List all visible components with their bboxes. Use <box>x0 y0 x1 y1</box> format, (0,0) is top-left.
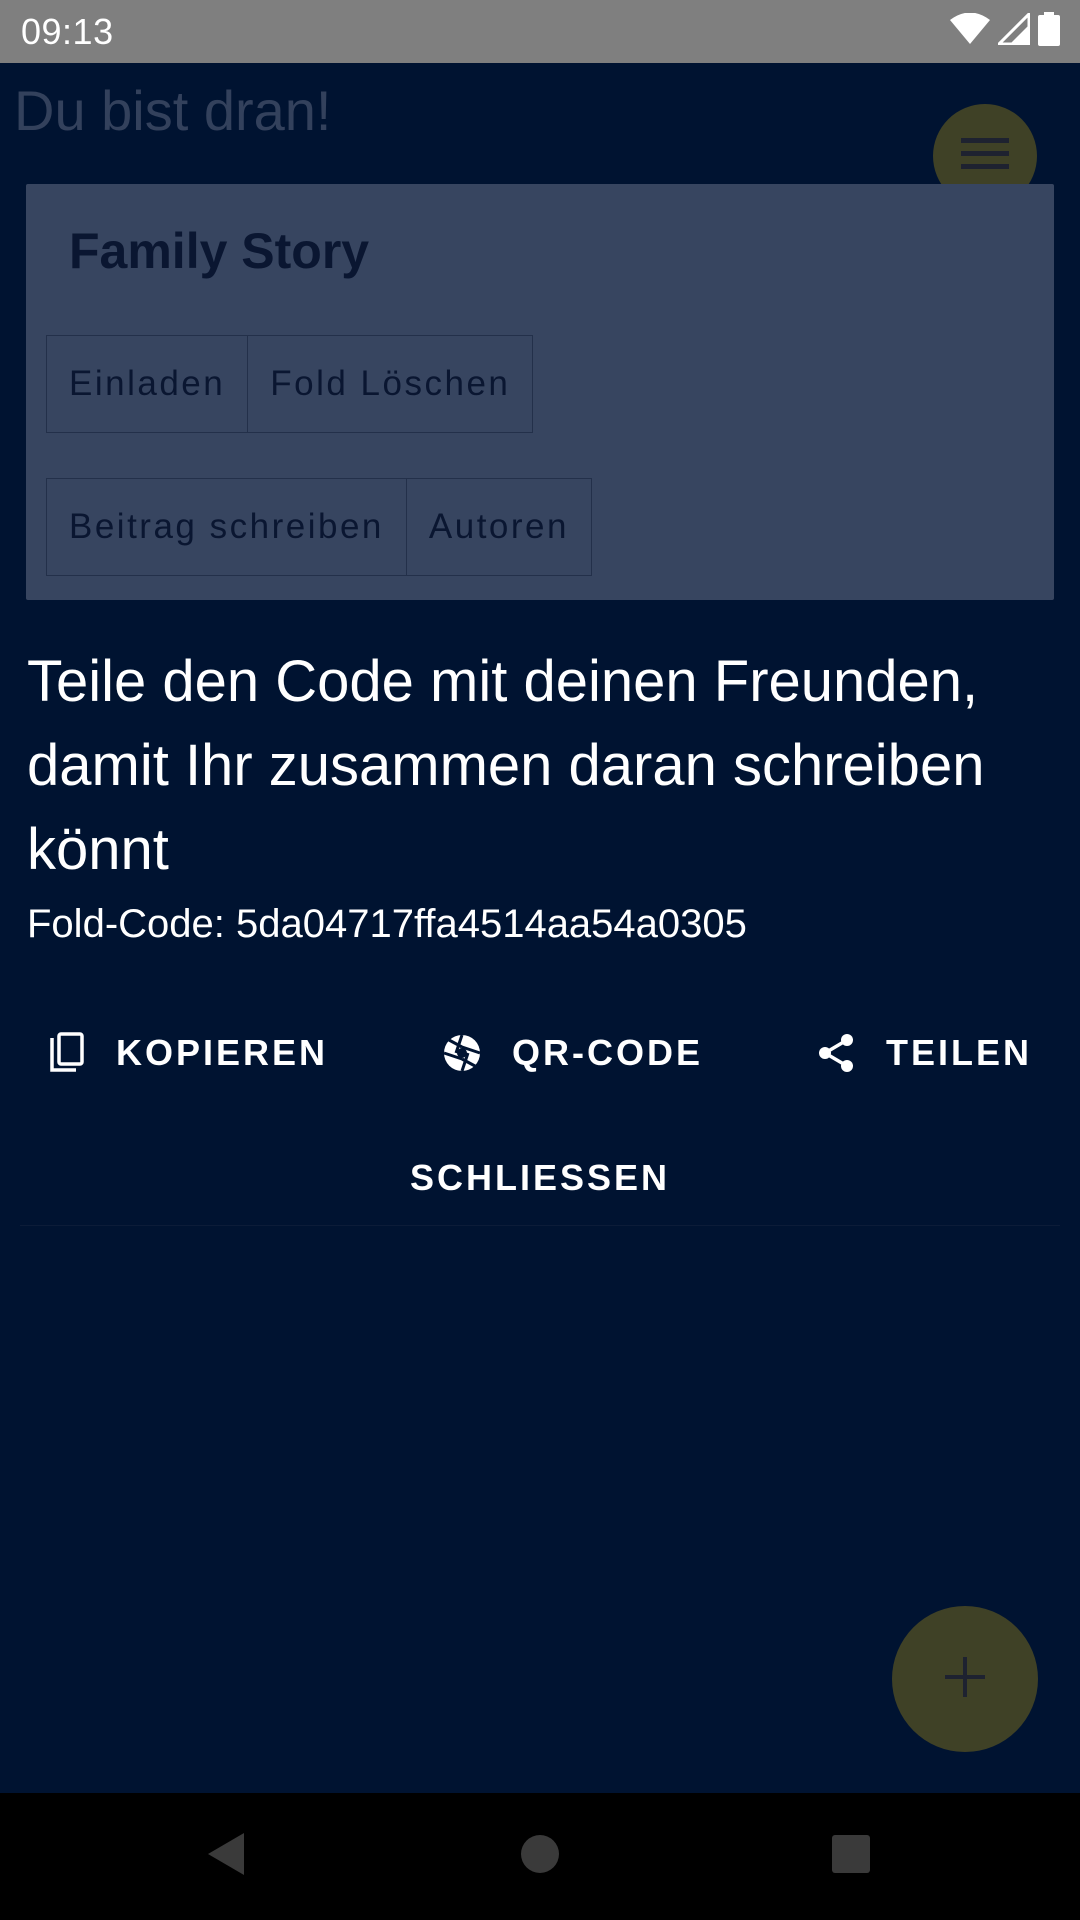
close-button[interactable]: SCHLIESSEN <box>0 1130 1080 1226</box>
copy-button[interactable]: KOPIEREN <box>44 1008 328 1098</box>
card-button-row: Beitrag schreiben Autoren <box>46 478 592 576</box>
status-time: 09:13 <box>21 11 114 52</box>
camera-shutter-icon <box>440 1031 484 1075</box>
status-icons <box>950 9 1060 51</box>
delete-fold-button[interactable]: Fold Löschen <box>248 335 534 433</box>
navigation-bar <box>0 1793 1080 1920</box>
write-post-button[interactable]: Beitrag schreiben <box>46 478 407 576</box>
share-actions: KOPIEREN QR-CODE TEILEN <box>0 1008 1080 1098</box>
home-circle-icon <box>520 1834 560 1879</box>
battery-icon <box>1038 11 1060 51</box>
cell-signal-icon <box>995 9 1031 50</box>
qr-code-button[interactable]: QR-CODE <box>440 1008 703 1098</box>
share-heading: Teile den Code mit deinen Freunden, dami… <box>27 649 985 882</box>
back-triangle-icon <box>206 1831 246 1882</box>
nav-back-button[interactable] <box>166 1793 286 1920</box>
nav-home-button[interactable] <box>480 1793 600 1920</box>
page-title: Du bist dran! <box>14 79 332 142</box>
copy-label: KOPIEREN <box>116 1032 329 1073</box>
menu-icon <box>961 136 1009 177</box>
fold-code: Fold-Code: 5da04717ffa4514aa54a0305 <box>27 902 747 946</box>
qr-code-label: QR-CODE <box>512 1032 703 1073</box>
story-card: Family Story Einladen Fold Löschen Beitr… <box>26 184 1054 600</box>
card-button-row: Einladen Fold Löschen <box>46 335 534 433</box>
plus-icon <box>945 1656 985 1702</box>
authors-button[interactable]: Autoren <box>406 478 592 576</box>
add-button[interactable] <box>892 1606 1038 1752</box>
nav-recents-button[interactable] <box>791 1793 911 1920</box>
share-button[interactable]: TEILEN <box>814 1008 1032 1098</box>
share-icon <box>814 1031 858 1075</box>
status-bar: 09:13 <box>0 0 1080 63</box>
share-label: TEILEN <box>886 1032 1033 1073</box>
divider <box>20 1225 1060 1226</box>
recents-square-icon <box>831 1834 871 1879</box>
wifi-icon <box>950 12 990 50</box>
invite-button[interactable]: Einladen <box>46 335 249 433</box>
copy-icon <box>44 1031 88 1075</box>
story-title: Family Story <box>69 223 370 279</box>
